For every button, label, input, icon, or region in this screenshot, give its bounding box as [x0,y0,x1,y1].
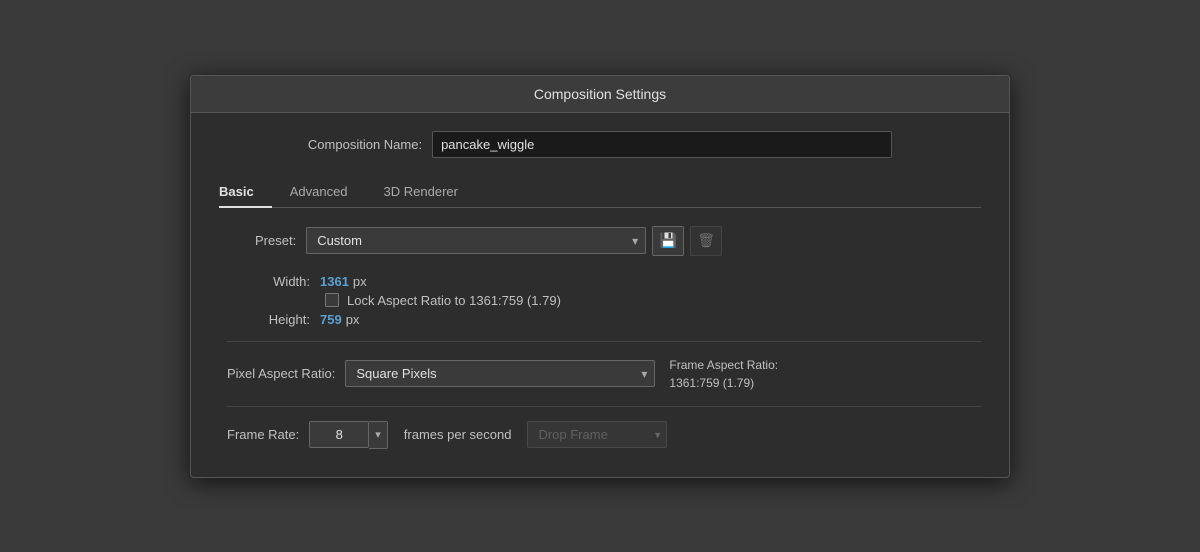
width-value[interactable]: 1361 [320,274,349,289]
divider-1 [227,341,981,342]
preset-select-wrapper: Custom HDTV 1080 25 HDTV 720 29.97 Film … [306,227,646,254]
height-unit: px [346,312,360,327]
height-label: Height: [255,312,310,327]
tab-3d-renderer[interactable]: 3D Renderer [384,176,476,207]
lock-aspect-row: Lock Aspect Ratio to 1361:759 (1.79) [325,293,981,308]
height-row: Height: 759 px [255,312,981,327]
save-preset-button[interactable]: 💾 [652,226,684,256]
dialog-title-bar: Composition Settings [191,76,1009,113]
frame-aspect-value: 1361:759 (1.79) [669,376,754,390]
dimensions-section: Width: 1361 px Lock Aspect Ratio to 1361… [255,274,981,327]
save-preset-icon: 💾 [659,232,676,249]
delete-preset-button[interactable]: 🗑 [690,226,722,256]
delete-preset-icon: 🗑 [697,232,715,249]
preset-select[interactable]: Custom HDTV 1080 25 HDTV 720 29.97 Film … [306,227,646,254]
width-unit: px [353,274,367,289]
dialog-title: Composition Settings [534,86,666,102]
comp-name-input[interactable] [432,131,892,158]
composition-settings-dialog: Composition Settings Composition Name: B… [190,75,1010,478]
drop-frame-wrapper: Drop Frame Non-Drop Frame [527,421,667,448]
par-label: Pixel Aspect Ratio: [227,366,335,381]
basic-tab-content: Preset: Custom HDTV 1080 25 HDTV 720 29.… [219,226,981,449]
drop-frame-select[interactable]: Drop Frame Non-Drop Frame [527,421,667,448]
fr-unit: frames per second [404,427,512,442]
comp-name-row: Composition Name: [219,131,981,158]
frame-aspect-info: Frame Aspect Ratio: 1361:759 (1.79) [669,356,778,392]
width-row: Width: 1361 px [255,274,981,289]
tab-advanced[interactable]: Advanced [290,176,366,207]
divider-2 [227,406,981,407]
tab-basic[interactable]: Basic [219,176,272,207]
fr-label: Frame Rate: [227,427,299,442]
width-label: Width: [255,274,310,289]
pixel-aspect-row: Pixel Aspect Ratio: Square Pixels D1/DV … [227,356,981,392]
tabs-bar: Basic Advanced 3D Renderer [219,176,981,208]
frame-rate-row: Frame Rate: ▾ frames per second Drop Fra… [227,421,981,449]
frame-rate-dropdown-button[interactable]: ▾ [369,421,388,449]
preset-row: Preset: Custom HDTV 1080 25 HDTV 720 29.… [255,226,981,256]
frame-rate-input[interactable] [309,421,369,448]
lock-aspect-checkbox[interactable] [325,293,339,307]
dialog-body: Composition Name: Basic Advanced 3D Rend… [191,113,1009,477]
preset-label: Preset: [255,233,296,248]
lock-aspect-label: Lock Aspect Ratio to 1361:759 (1.79) [347,293,561,308]
frame-aspect-label: Frame Aspect Ratio: [669,358,778,372]
par-select-wrapper: Square Pixels D1/DV NTSC (0.91) D1/DV PA… [345,360,655,387]
comp-name-label: Composition Name: [308,137,422,152]
par-select[interactable]: Square Pixels D1/DV NTSC (0.91) D1/DV PA… [345,360,655,387]
height-value[interactable]: 759 [320,312,342,327]
